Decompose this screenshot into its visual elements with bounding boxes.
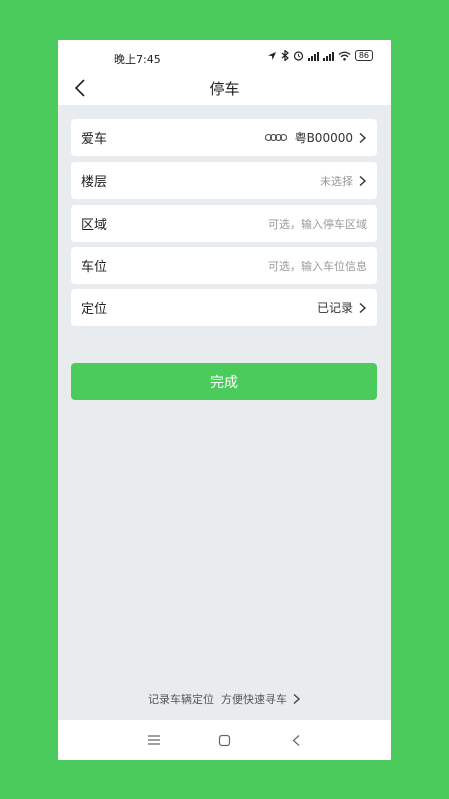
nav-bar: 停车 [58,70,391,105]
system-nav-bar [58,720,391,760]
cell-signal-hd-icon [322,51,334,61]
menu-button[interactable] [139,725,169,755]
location-value: 已记录 [316,301,353,315]
audi-logo-icon [264,134,287,141]
car-row[interactable]: 爱车 粤B00000 [71,119,377,156]
floor-row[interactable]: 楼层 未选择 [71,162,377,199]
page-title: 停车 [209,80,240,98]
home-button[interactable] [210,725,240,755]
phone-screen: 晚上7:45 86 停车 爱车 粤B00000 楼层 未选择 区域 可选，输入停… [58,40,391,760]
chevron-right-icon [359,132,367,143]
car-plate: 粤B00000 [294,131,353,145]
cell-signal-icon [307,51,319,61]
battery-indicator: 86 [354,50,373,61]
home-square-icon [218,734,231,746]
menu-icon [147,735,160,745]
area-input[interactable]: 可选，输入停车区域 [268,216,367,232]
location-value-group: 已记录 [317,299,367,316]
floor-value-group: 未选择 [320,173,367,189]
floor-value: 未选择 [320,174,353,188]
location-arrow-icon [267,51,276,60]
location-row[interactable]: 定位 已记录 [71,289,377,326]
alarm-icon [293,51,303,61]
status-icons: 86 [267,50,373,61]
spot-row[interactable]: 车位 可选，输入车位信息 [71,247,377,284]
spot-input[interactable]: 可选，输入车位信息 [268,258,367,274]
status-bar: 晚上7:45 86 [58,40,391,70]
location-label: 定位 [81,302,108,317]
car-label: 爱车 [81,132,108,147]
status-time: 晚上7:45 [114,53,161,66]
floor-label: 楼层 [81,175,108,190]
area-label: 区域 [81,218,108,233]
chevron-right-icon [359,302,367,313]
area-row[interactable]: 区域 可选，输入停车区域 [71,205,377,242]
chevron-right-icon [359,175,367,186]
car-value-group: 粤B00000 [264,129,367,146]
system-back-button[interactable] [281,725,311,755]
find-car-tip-link[interactable]: 记录车辆定位 方便快速寻车 [58,691,391,707]
triangle-back-icon [292,734,299,746]
chevron-right-icon [293,693,301,705]
wifi-icon [338,51,351,61]
spot-label: 车位 [81,260,108,275]
done-button[interactable]: 完成 [71,363,377,400]
bluetooth-icon [281,50,289,61]
find-car-tip-text: 记录车辆定位 方便快速寻车 [148,693,287,706]
